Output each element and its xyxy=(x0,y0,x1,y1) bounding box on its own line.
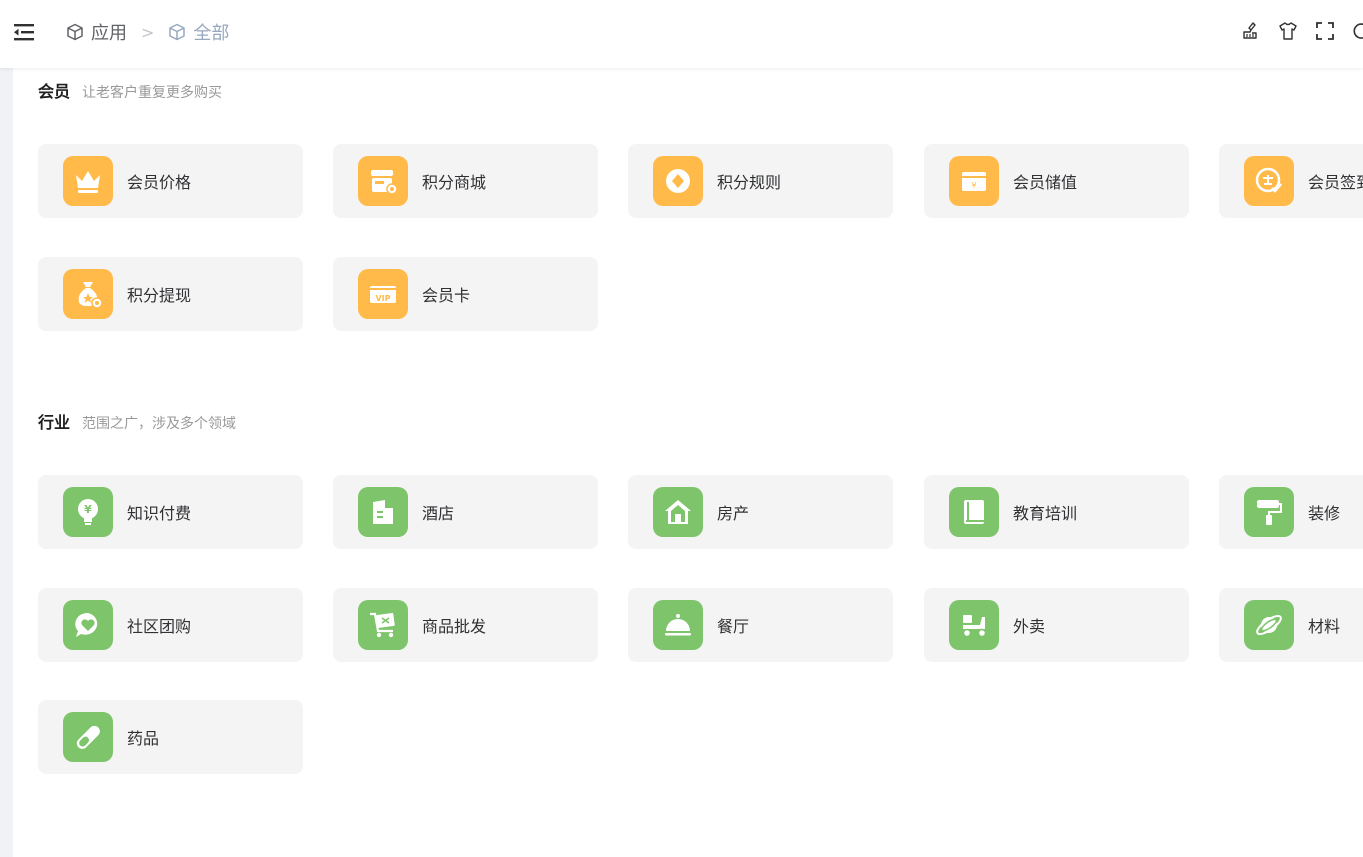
app-card-takeout[interactable]: 外卖 xyxy=(924,588,1189,662)
lightbulb-yen-icon: ¥ xyxy=(63,487,113,537)
app-card-label: 材料 xyxy=(1308,617,1341,636)
app-card-label: 会员储值 xyxy=(1013,173,1078,192)
app-card-wholesale[interactable]: 商品批发 xyxy=(333,588,598,662)
wallet-icon: ¥ xyxy=(949,156,999,206)
app-card-points-rules[interactable]: 积分规则 xyxy=(628,144,893,218)
app-card-member-sign-in[interactable]: 会员签到 xyxy=(1219,144,1363,218)
tshirt-icon[interactable] xyxy=(1277,20,1299,42)
store-icon xyxy=(358,156,408,206)
breadcrumb: 应用 > 全部 xyxy=(66,19,229,45)
app-center-content: 会员 让老客户重复更多购买 会员价格 积分商城 积分规则 ¥ 会员储值 会员签到 xyxy=(13,68,1363,857)
food-cloche-icon xyxy=(653,600,703,650)
section-header-industry: 行业 范围之广，涉及多个领域 xyxy=(38,409,236,433)
section-title: 会员 xyxy=(38,82,71,101)
fullscreen-icon[interactable] xyxy=(1314,20,1336,42)
app-card-label: 会员签到 xyxy=(1308,173,1363,192)
app-card-label: 房产 xyxy=(717,504,750,523)
app-card-label: 会员价格 xyxy=(127,173,192,192)
app-card-member-stored-value[interactable]: ¥ 会员储值 xyxy=(924,144,1189,218)
refresh-icon[interactable] xyxy=(1351,20,1363,42)
app-card-label: 商品批发 xyxy=(422,617,487,636)
menu-fold-icon[interactable] xyxy=(14,22,36,42)
app-card-medicine[interactable]: 药品 xyxy=(38,700,303,774)
app-card-materials[interactable]: 材料 xyxy=(1219,588,1363,662)
app-card-label: 会员卡 xyxy=(422,286,471,305)
header-toolbar xyxy=(1225,19,1363,43)
app-card-decoration[interactable]: 装修 xyxy=(1219,475,1363,549)
app-card-label: 积分规则 xyxy=(717,173,782,192)
chat-heart-icon xyxy=(63,600,113,650)
planet-icon xyxy=(1244,600,1294,650)
hotel-icon xyxy=(358,487,408,537)
cube-icon xyxy=(169,23,186,41)
app-card-knowledge-payment[interactable]: ¥ 知识付费 xyxy=(38,475,303,549)
section-subtitle: 让老客户重复更多购买 xyxy=(82,85,223,101)
top-navbar: 应用 > 全部 xyxy=(0,0,1363,68)
pill-icon xyxy=(63,712,113,762)
app-card-community-group-buy[interactable]: 社区团购 xyxy=(38,588,303,662)
app-card-restaurant[interactable]: 餐厅 xyxy=(628,588,893,662)
app-card-member-price[interactable]: 会员价格 xyxy=(38,144,303,218)
breadcrumb-item-apps[interactable]: 应用 xyxy=(91,19,127,45)
house-icon xyxy=(653,487,703,537)
app-card-label: 装修 xyxy=(1308,504,1341,523)
vip-card-icon: VIP xyxy=(358,269,408,319)
section-title: 行业 xyxy=(38,413,71,432)
app-card-points-withdraw[interactable]: 积分提现 xyxy=(38,257,303,331)
app-card-label: 教育培训 xyxy=(1013,504,1078,523)
breadcrumb-separator: > xyxy=(141,22,155,42)
app-card-label: 社区团购 xyxy=(127,617,192,636)
diamond-coin-icon xyxy=(653,156,703,206)
book-icon xyxy=(949,487,999,537)
app-card-label: 积分商城 xyxy=(422,173,487,192)
section-subtitle: 范围之广，涉及多个领域 xyxy=(82,416,237,432)
app-card-real-estate[interactable]: 房产 xyxy=(628,475,893,549)
app-card-label: 外卖 xyxy=(1013,617,1046,636)
paint-roller-icon xyxy=(1244,487,1294,537)
cart-icon xyxy=(358,600,408,650)
sidebar-edge xyxy=(0,68,13,857)
breadcrumb-item-all: 全部 xyxy=(193,23,230,44)
svg-text:¥: ¥ xyxy=(84,503,92,516)
scooter-icon xyxy=(949,600,999,650)
app-card-label: 药品 xyxy=(127,729,160,748)
app-card-hotel[interactable]: 酒店 xyxy=(333,475,598,549)
app-card-label: 知识付费 xyxy=(127,504,192,523)
svg-text:¥: ¥ xyxy=(971,181,976,190)
app-card-label: 餐厅 xyxy=(717,617,750,636)
app-card-label: 酒店 xyxy=(422,504,455,523)
app-card-education[interactable]: 教育培训 xyxy=(924,475,1189,549)
app-card-member-card[interactable]: VIP 会员卡 xyxy=(333,257,598,331)
section-header-member: 会员 让老客户重复更多购买 xyxy=(38,78,222,102)
cube-icon xyxy=(67,23,83,41)
svg-text:VIP: VIP xyxy=(375,294,390,303)
brush-icon[interactable] xyxy=(1240,20,1262,42)
app-card-points-mall[interactable]: 积分商城 xyxy=(333,144,598,218)
app-card-label: 积分提现 xyxy=(127,286,192,305)
crown-icon xyxy=(63,156,113,206)
sign-in-icon xyxy=(1244,156,1294,206)
money-bag-icon xyxy=(63,269,113,319)
